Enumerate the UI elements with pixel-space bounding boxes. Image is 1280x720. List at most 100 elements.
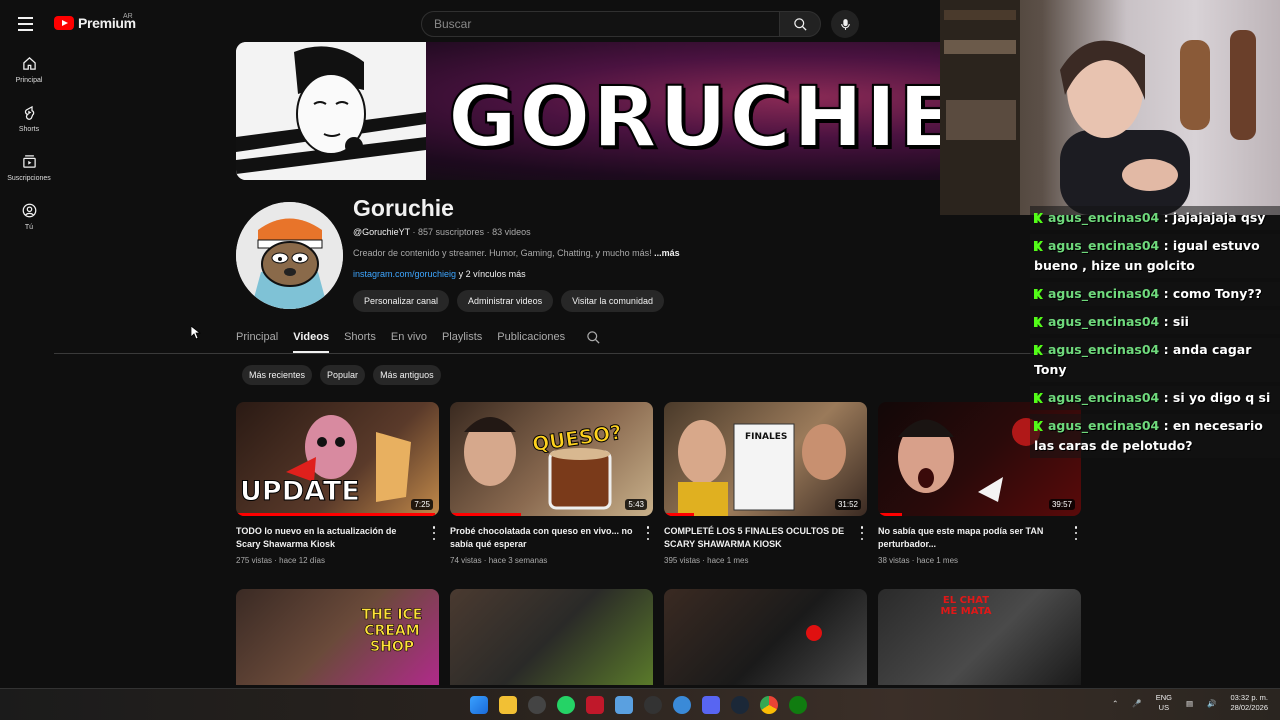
video-card[interactable]: EL CHAT ME MATA [878, 589, 1081, 685]
visit-community-button[interactable]: Visitar la comunidad [561, 290, 664, 312]
menu-icon[interactable] [18, 14, 40, 34]
country-code: AR [123, 13, 133, 20]
chat-message: agus_encinas04 : anda cagar Tony [1030, 338, 1280, 382]
whatsapp-icon[interactable] [557, 696, 575, 714]
stream-chat-overlay: agus_encinas04 : jajajajaja qsy agus_enc… [1030, 206, 1280, 462]
clock[interactable]: 03:32 p. m. 28/02/2026 [1230, 693, 1268, 713]
video-thumbnail[interactable]: QUESO? 5:43 [450, 402, 653, 516]
video-title[interactable]: COMPLETÉ LOS 5 FINALES OCULTOS DE SCARY … [664, 525, 867, 551]
clock-time: 03:32 p. m. [1230, 693, 1268, 702]
steam-icon[interactable] [731, 696, 749, 714]
video-thumbnail[interactable] [450, 589, 653, 685]
more-options-icon[interactable] [643, 526, 653, 540]
more-options-icon[interactable] [1071, 526, 1081, 540]
video-card[interactable]: QUESO? 5:43 Probé chocolatada con queso … [450, 402, 653, 565]
kick-badge-icon [1034, 213, 1043, 223]
search-input[interactable]: Buscar [421, 11, 780, 37]
channel-description[interactable]: Creador de contenido y streamer. Humor, … [353, 248, 680, 258]
view-count: 38 vistas [878, 556, 910, 565]
microphone-icon [840, 18, 850, 30]
sidebar-item-subscriptions[interactable]: Suscripciones [0, 146, 58, 195]
notepad-icon[interactable] [615, 696, 633, 714]
chrome-icon[interactable] [760, 696, 778, 714]
more-options-icon[interactable] [429, 526, 439, 540]
tab-posts[interactable]: Publicaciones [497, 331, 565, 353]
thumbnail-text: UPDATE [240, 476, 361, 508]
filter-latest[interactable]: Más recientes [242, 365, 313, 385]
video-card[interactable]: UPDATE 7:25 TODO lo nuevo en la actualiz… [236, 402, 439, 565]
search-button[interactable] [779, 11, 821, 37]
chat-text: : jajajajaja qsy [1163, 210, 1266, 225]
video-thumbnail[interactable]: EL CHAT ME MATA [878, 589, 1081, 685]
video-meta: 74 vistas · hace 3 semanas [450, 556, 548, 565]
video-thumbnail[interactable]: THE ICE CREAM SHOP [236, 589, 439, 685]
channel-search-button[interactable] [586, 330, 601, 350]
chat-username: agus_encinas04 [1048, 210, 1160, 225]
video-card[interactable]: THE ICE CREAM SHOP [236, 589, 439, 685]
windows-taskbar: ⌃ 🎤 ENG US ▤ 🔊 03:32 p. m. 28/02/2026 [0, 688, 1280, 720]
more-options-icon[interactable] [857, 526, 867, 540]
obs-icon[interactable] [528, 696, 546, 714]
chatgpt-icon[interactable] [644, 696, 662, 714]
input-language[interactable]: ENG US [1156, 693, 1172, 713]
tab-home[interactable]: Principal [236, 331, 278, 353]
instagram-link[interactable]: instagram.com/goruchieig [353, 269, 456, 279]
video-title[interactable]: No sabía que este mapa podía ser TAN per… [878, 525, 1081, 551]
tray-chevron-icon[interactable]: ⌃ [1112, 699, 1118, 708]
kick-badge-icon [1034, 241, 1043, 251]
chat-message: agus_encinas04 : igual estuvo bueno , hi… [1030, 234, 1280, 278]
customize-channel-button[interactable]: Personalizar canal [353, 290, 450, 312]
channel-avatar[interactable] [236, 202, 343, 309]
tab-playlists[interactable]: Playlists [442, 331, 482, 353]
edge-icon[interactable] [673, 696, 691, 714]
view-count: 275 vistas [236, 556, 273, 565]
chat-username: agus_encinas04 [1048, 418, 1160, 433]
volume-icon[interactable]: 🔊 [1207, 699, 1216, 708]
sidebar-item-home[interactable]: Principal [0, 48, 58, 97]
video-thumbnail[interactable]: UPDATE 7:25 [236, 402, 439, 516]
xbox-icon[interactable] [789, 696, 807, 714]
view-count: 74 vistas [450, 556, 482, 565]
manage-videos-button[interactable]: Administrar videos [457, 290, 554, 312]
video-title[interactable]: Probé chocolatada con queso en vivo... n… [450, 525, 653, 551]
video-title[interactable]: TODO lo nuevo en la actualización de Sca… [236, 525, 439, 551]
taskbar-apps [470, 696, 807, 714]
video-card[interactable] [664, 589, 867, 685]
more-link[interactable]: ...más [654, 248, 680, 258]
description-text: Creador de contenido y streamer. Humor, … [353, 248, 652, 258]
video-count: 83 videos [492, 227, 531, 237]
sidebar-item-shorts[interactable]: Shorts [0, 97, 58, 146]
chat-message: agus_encinas04 : sii [1030, 310, 1280, 334]
subscriber-count: 857 suscriptores [418, 227, 485, 237]
tab-shorts[interactable]: Shorts [344, 331, 376, 353]
filter-oldest[interactable]: Más antiguos [373, 365, 441, 385]
video-thumbnail[interactable] [664, 589, 867, 685]
discord-icon[interactable] [702, 696, 720, 714]
microphone-tray-icon[interactable]: 🎤 [1132, 699, 1141, 708]
video-thumbnail[interactable]: FINALES 31:52 [664, 402, 867, 516]
chat-username: agus_encinas04 [1048, 238, 1160, 253]
sidebar-item-label: Shorts [18, 126, 40, 133]
voice-search-button[interactable] [831, 10, 859, 38]
tab-live[interactable]: En vivo [391, 331, 427, 353]
windows-start-icon[interactable] [470, 696, 488, 714]
upload-age: hace 1 mes [916, 556, 959, 565]
video-card[interactable]: FINALES 31:52 COMPLETÉ LOS 5 FINALES OCU… [664, 402, 867, 565]
video-duration: 31:52 [834, 499, 861, 510]
more-links[interactable]: y 2 vínculos más [459, 269, 526, 279]
chat-message: agus_encinas04 : jajajajaja qsy [1030, 206, 1280, 230]
sidebar-item-you[interactable]: Tú [0, 195, 58, 244]
tab-videos[interactable]: Videos [293, 331, 330, 353]
sidebar-item-label: Tú [24, 224, 34, 231]
channel-links: instagram.com/goruchieig y 2 vínculos má… [353, 269, 526, 279]
banner-illustration [236, 42, 426, 180]
filter-popular[interactable]: Popular [320, 365, 366, 385]
watch-progress [236, 513, 435, 516]
voice-app-icon[interactable] [586, 696, 604, 714]
subscriptions-icon [22, 155, 36, 168]
network-icon[interactable]: ▤ [1186, 699, 1193, 708]
file-explorer-icon[interactable] [499, 696, 517, 714]
video-card[interactable] [450, 589, 653, 685]
sidebar-item-label: Suscripciones [7, 175, 51, 182]
tabs-divider [54, 353, 1082, 354]
